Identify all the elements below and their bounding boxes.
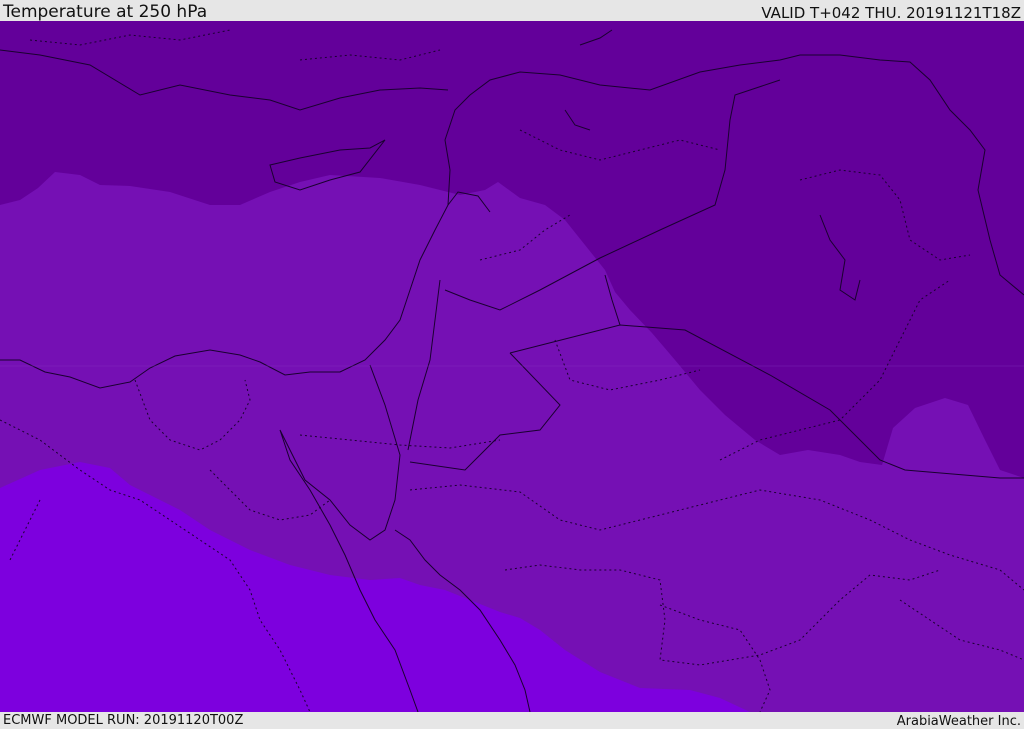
map-canvas xyxy=(0,21,1024,712)
model-run: ECMWF MODEL RUN: 20191120T00Z xyxy=(3,713,244,728)
credit-label: ArabiaWeather Inc. xyxy=(896,714,1021,729)
header-bar: Temperature at 250 hPa VALID T+042 THU. … xyxy=(0,0,1024,21)
valid-time: VALID T+042 THU. 20191121T18Z xyxy=(761,4,1021,22)
temperature-map[interactable] xyxy=(0,21,1024,712)
map-title: Temperature at 250 hPa xyxy=(3,2,208,22)
footer-bar: ECMWF MODEL RUN: 20191120T00Z ArabiaWeat… xyxy=(0,712,1024,729)
